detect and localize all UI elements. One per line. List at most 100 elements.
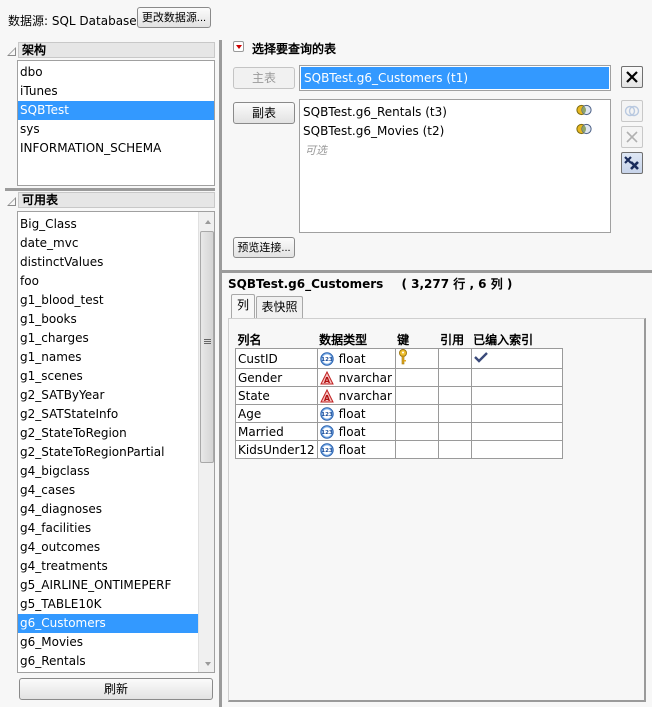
column-row[interactable]: KidsUnder12 123 float: [235, 440, 563, 459]
datasource-label: 数据源: SQL Databases: [8, 14, 143, 28]
table-list-item[interactable]: g6_Movies: [18, 633, 198, 652]
left-splitter[interactable]: [5, 188, 215, 191]
table-list-item[interactable]: Big_Class: [18, 215, 198, 234]
scroll-thumb[interactable]: [200, 231, 214, 463]
primary-table-button[interactable]: 主表: [233, 67, 295, 89]
column-name: Married: [235, 422, 318, 441]
primary-table-value[interactable]: SQBTest.g6_Customers (t1): [301, 67, 609, 89]
tables-list[interactable]: Big_Class date_mvc distinctValues foo g1_blo…: [17, 211, 215, 673]
tables-scrollbar[interactable]: [198, 212, 214, 672]
schema-item[interactable]: INFORMATION_SCHEMA: [18, 139, 214, 158]
close-icon: [626, 71, 638, 83]
column-indexed: [470, 386, 563, 405]
column-row[interactable]: Married 123 float: [235, 422, 563, 441]
numeric-type-icon: 123: [319, 442, 339, 457]
svg-text:123: 123: [321, 357, 333, 363]
join-icon: [624, 105, 640, 117]
table-list-item[interactable]: g4_bigclass: [18, 462, 198, 481]
table-list-item[interactable]: g4_cases: [18, 481, 198, 500]
column-name: KidsUnder12: [235, 440, 318, 459]
secondary-table-button[interactable]: 副表: [233, 102, 295, 124]
remove-all-icon: [624, 156, 639, 170]
table-list-item[interactable]: g1_scenes: [18, 367, 198, 386]
schema-item[interactable]: sys: [18, 120, 214, 139]
scroll-down-arrow[interactable]: [205, 662, 211, 666]
checkmark-icon: [473, 352, 488, 366]
tables-header: 可用表: [18, 192, 215, 208]
table-list-item[interactable]: g2_SATStateInfo: [18, 405, 198, 424]
schema-title: 架构: [22, 43, 47, 57]
table-list-item[interactable]: g1_names: [18, 348, 198, 367]
join-icon[interactable]: [575, 103, 593, 122]
preview-join-button[interactable]: 预览连接...: [233, 237, 295, 258]
query-panel-title: 选择要查询的表: [252, 42, 337, 56]
secondary-table-item[interactable]: SQBTest.g6_Rentals (t3): [300, 103, 610, 122]
column-row[interactable]: CustID 123 float: [235, 348, 563, 369]
table-list-item[interactable]: g1_blood_test: [18, 291, 198, 310]
schema-item[interactable]: iTunes: [18, 82, 214, 101]
remove-primary-button[interactable]: [621, 66, 643, 88]
table-list-item[interactable]: g1_books: [18, 310, 198, 329]
table-list-item[interactable]: g5_AIRLINE_ONTIMEPERF: [18, 576, 198, 595]
column-name: CustID: [235, 348, 318, 369]
disclosure-icon[interactable]: [233, 41, 244, 52]
column-key: [394, 440, 439, 459]
schema-item[interactable]: SQBTest: [18, 101, 214, 120]
change-datasource-button[interactable]: 更改数据源...: [137, 7, 211, 28]
svg-text:123: 123: [321, 430, 333, 436]
vertical-splitter[interactable]: [219, 40, 222, 707]
table-list-item[interactable]: g6_Customers: [18, 614, 198, 633]
column-indexed: [470, 422, 563, 441]
column-ref: [437, 368, 472, 387]
svg-text:123: 123: [321, 448, 333, 454]
schema-list[interactable]: dbo iTunes SQBTest sys INFORMATION_SCHEMA: [17, 60, 215, 186]
remove-all-button[interactable]: [621, 152, 643, 174]
refresh-button[interactable]: 刷新: [19, 678, 213, 700]
table-list-item[interactable]: g4_outcomes: [18, 538, 198, 557]
join-icon[interactable]: [575, 122, 593, 141]
secondary-tables-list[interactable]: SQBTest.g6_Rentals (t3) SQBTest.g6_Movies…: [299, 99, 611, 233]
table-list-item[interactable]: g4_facilities: [18, 519, 198, 538]
column-type: Anvarchar: [316, 368, 396, 387]
table-list-item[interactable]: distinctValues: [18, 253, 198, 272]
close-icon: [626, 131, 638, 143]
table-list-item[interactable]: g5_TABLE10K: [18, 595, 198, 614]
column-ref: [437, 422, 472, 441]
svg-text:A: A: [324, 394, 331, 403]
collapse-schema-icon[interactable]: [7, 47, 16, 56]
svg-text:123: 123: [321, 412, 333, 418]
secondary-table-item[interactable]: SQBTest.g6_Movies (t2): [300, 122, 610, 141]
right-splitter[interactable]: [222, 270, 652, 273]
remove-secondary-button[interactable]: [621, 126, 643, 148]
column-row[interactable]: State Anvarchar: [235, 386, 563, 405]
key-icon: [398, 349, 408, 368]
table-list-item[interactable]: foo: [18, 272, 198, 291]
table-list-item[interactable]: g2_SATByYear: [18, 386, 198, 405]
column-key: [394, 422, 439, 441]
column-name: State: [235, 386, 318, 405]
table-list-item[interactable]: g2_StateToRegionPartial: [18, 443, 198, 462]
column-row[interactable]: Age 123 float: [235, 404, 563, 423]
table-list-item[interactable]: date_mvc: [18, 234, 198, 253]
optional-hint: 可选: [305, 144, 327, 157]
column-name: Gender: [235, 368, 318, 387]
column-indexed: [470, 404, 563, 423]
schema-item[interactable]: dbo: [18, 63, 214, 82]
column-key: [394, 404, 439, 423]
tab-table-snapshot[interactable]: 表快照: [256, 296, 303, 318]
columns-table: 列名 数据类型 键 引用 已编入索引 CustID 123 float Gender A…: [235, 331, 563, 459]
table-list-item[interactable]: g2_StateToRegion: [18, 424, 198, 443]
table-list-item[interactable]: g4_treatments: [18, 557, 198, 576]
column-type: 123 float: [316, 348, 396, 369]
schema-header: 架构: [18, 42, 215, 58]
collapse-tables-icon[interactable]: [7, 197, 16, 206]
table-list-item[interactable]: g1_charges: [18, 329, 198, 348]
table-list-item[interactable]: g6_Rentals: [18, 652, 198, 671]
primary-table-field[interactable]: SQBTest.g6_Customers (t1): [299, 65, 611, 91]
tab-columns[interactable]: 列: [231, 294, 255, 318]
scroll-up-arrow[interactable]: [205, 220, 211, 224]
column-name: Age: [235, 404, 318, 423]
join-button[interactable]: [621, 100, 643, 122]
column-row[interactable]: Gender Anvarchar: [235, 368, 563, 387]
table-list-item[interactable]: g4_diagnoses: [18, 500, 198, 519]
